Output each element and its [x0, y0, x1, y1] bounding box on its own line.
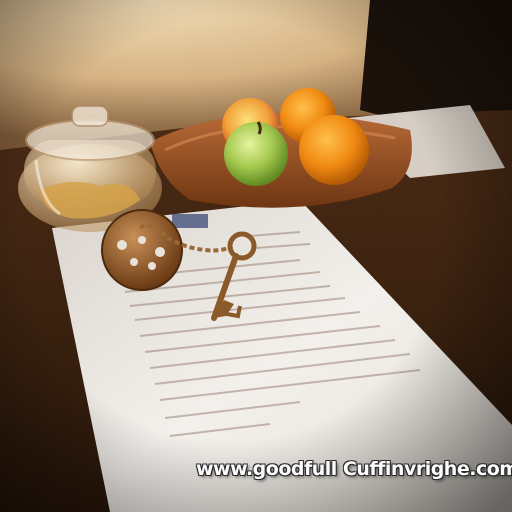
photo-illustration — [0, 0, 512, 512]
watermark-text: www.goodfull Cuffinvrighe.com — [196, 458, 512, 480]
vignette-overlay — [0, 0, 512, 512]
photo-scene: www.goodfull Cuffinvrighe.com — [0, 0, 512, 512]
